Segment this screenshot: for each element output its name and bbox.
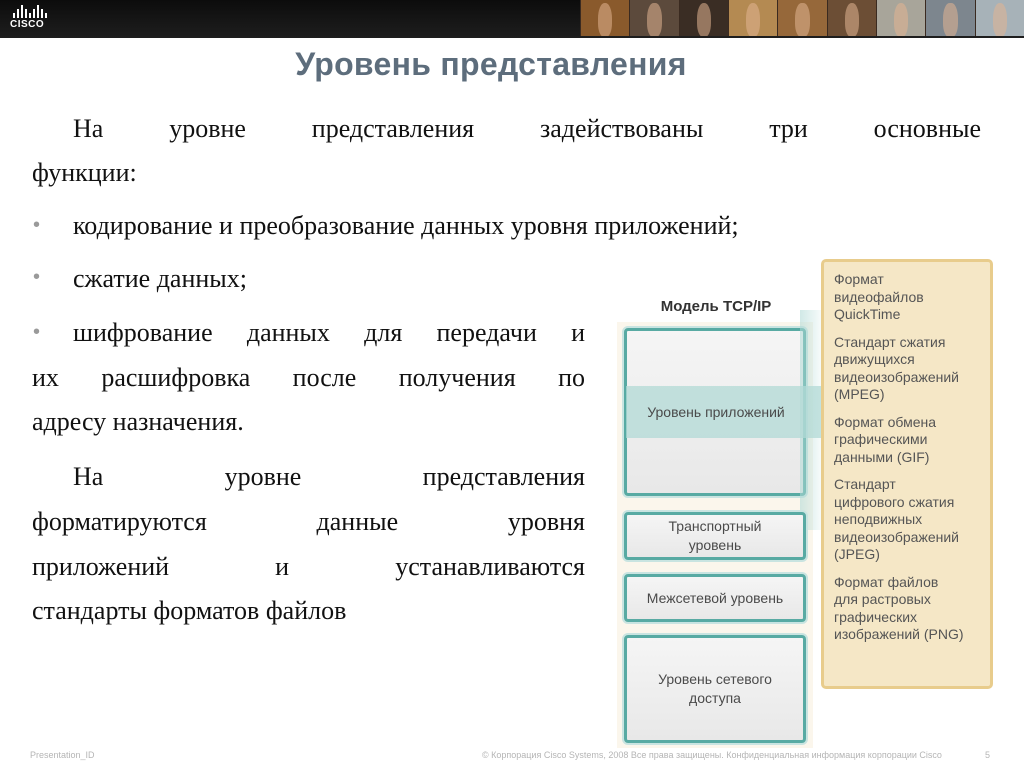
cisco-bars-icon — [13, 4, 60, 18]
photo-strip — [580, 0, 1024, 36]
intro-line-1: На уровне представления задействованы тр… — [73, 114, 981, 143]
format-line: (MPEG) — [834, 386, 885, 402]
photo-person-5 — [777, 0, 827, 36]
format-line: Формат обмена — [834, 413, 937, 430]
photo-person-4 — [727, 0, 778, 36]
bullet-dot-2: • — [33, 266, 41, 288]
format-line: графических — [834, 608, 918, 625]
layer-internet-label: Межсетевой уровень — [646, 589, 784, 606]
format-gif: Формат обмена графическими данными (GIF) — [834, 414, 980, 467]
format-line: Стандарт — [834, 476, 896, 492]
layer-network-label-line-2: доступа — [689, 690, 741, 706]
format-png: Формат файлов для растровых графических … — [834, 574, 980, 644]
header-bar: CISCO — [0, 0, 1024, 38]
footer-presentation-id: Presentation_ID — [30, 750, 95, 760]
photo-person-7 — [875, 0, 926, 36]
photo-person-2 — [629, 0, 679, 36]
closing-line-3: приложений и устанавливаются — [32, 552, 585, 581]
format-line: видеоизображений — [834, 528, 959, 545]
format-line: (JPEG) — [834, 546, 880, 562]
bullet-dot-1: • — [33, 214, 41, 236]
format-line: движущихся — [834, 351, 915, 367]
format-line: цифрового сжатия — [834, 493, 955, 510]
layer-transport-label-line-1: Транспортный — [668, 518, 762, 534]
footer-copyright: © Корпорация Cisco Systems, 2008 Все пра… — [482, 750, 942, 760]
closing-line-1: На уровне представления — [73, 462, 585, 491]
format-mpeg: Стандарт сжатия движущихся видеоизображе… — [834, 334, 980, 404]
format-line: графическими — [834, 431, 928, 447]
format-line: QuickTime — [834, 306, 901, 322]
slide-title: Уровень представления — [295, 46, 687, 82]
layer-internet: Межсетевой уровень — [624, 574, 806, 622]
cisco-logo-text: CISCO — [10, 19, 45, 30]
format-quicktime: Формат видеофайлов QuickTime — [834, 271, 980, 324]
photo-person-1 — [580, 0, 630, 36]
format-line: видеофайлов — [834, 288, 924, 305]
bullet-2-text: сжатие данных; — [73, 264, 247, 293]
bullet-dot-3: • — [33, 321, 41, 343]
photo-person-3 — [678, 0, 728, 36]
layer-network-label-line-1: Уровень сетевого — [658, 671, 772, 687]
format-line: видеоизображений — [834, 368, 959, 385]
format-line: Формат файлов — [834, 573, 939, 590]
cisco-logo: CISCO — [10, 4, 60, 32]
tcpip-model-title: Модель TCP/IP — [660, 298, 772, 315]
format-jpeg: Стандарт цифрового сжатия неподвижных ви… — [834, 476, 980, 564]
footer-page-number: 5 — [985, 750, 991, 760]
bullet-3-line-1: шифрование данных для передачи и — [73, 318, 585, 347]
photo-person-9 — [974, 0, 1024, 36]
format-line: данными (GIF) — [834, 448, 930, 465]
layer-network-access: Уровень сетевого доступа — [624, 635, 806, 743]
format-line: неподвижных — [834, 511, 923, 527]
format-line: Стандарт сжатия — [834, 333, 946, 350]
closing-line-2: форматируются данные уровня — [32, 507, 585, 536]
closing-line-4: стандарты форматов файлов — [32, 596, 347, 625]
photo-person-8 — [925, 0, 975, 36]
photo-person-6 — [826, 0, 876, 36]
file-formats-panel: Формат видеофайлов QuickTime Стандарт сж… — [821, 259, 993, 689]
intro-line-2: функции: — [32, 158, 137, 187]
bullet-3-line-3: адресу назначения. — [32, 407, 244, 436]
format-line: изображений (PNG) — [834, 626, 964, 642]
bullet-1-text: кодирование и преобразование данных уров… — [73, 211, 739, 240]
layer-transport-label-line-2: уровень — [688, 537, 742, 553]
format-line: для растровых — [834, 591, 931, 607]
layer-transport: Транспортный уровень — [624, 512, 806, 560]
bullet-3-line-2: их расшифровка после получения по — [32, 363, 585, 392]
format-line: Формат — [834, 271, 884, 287]
layer-application-label: Уровень приложений — [647, 404, 785, 420]
